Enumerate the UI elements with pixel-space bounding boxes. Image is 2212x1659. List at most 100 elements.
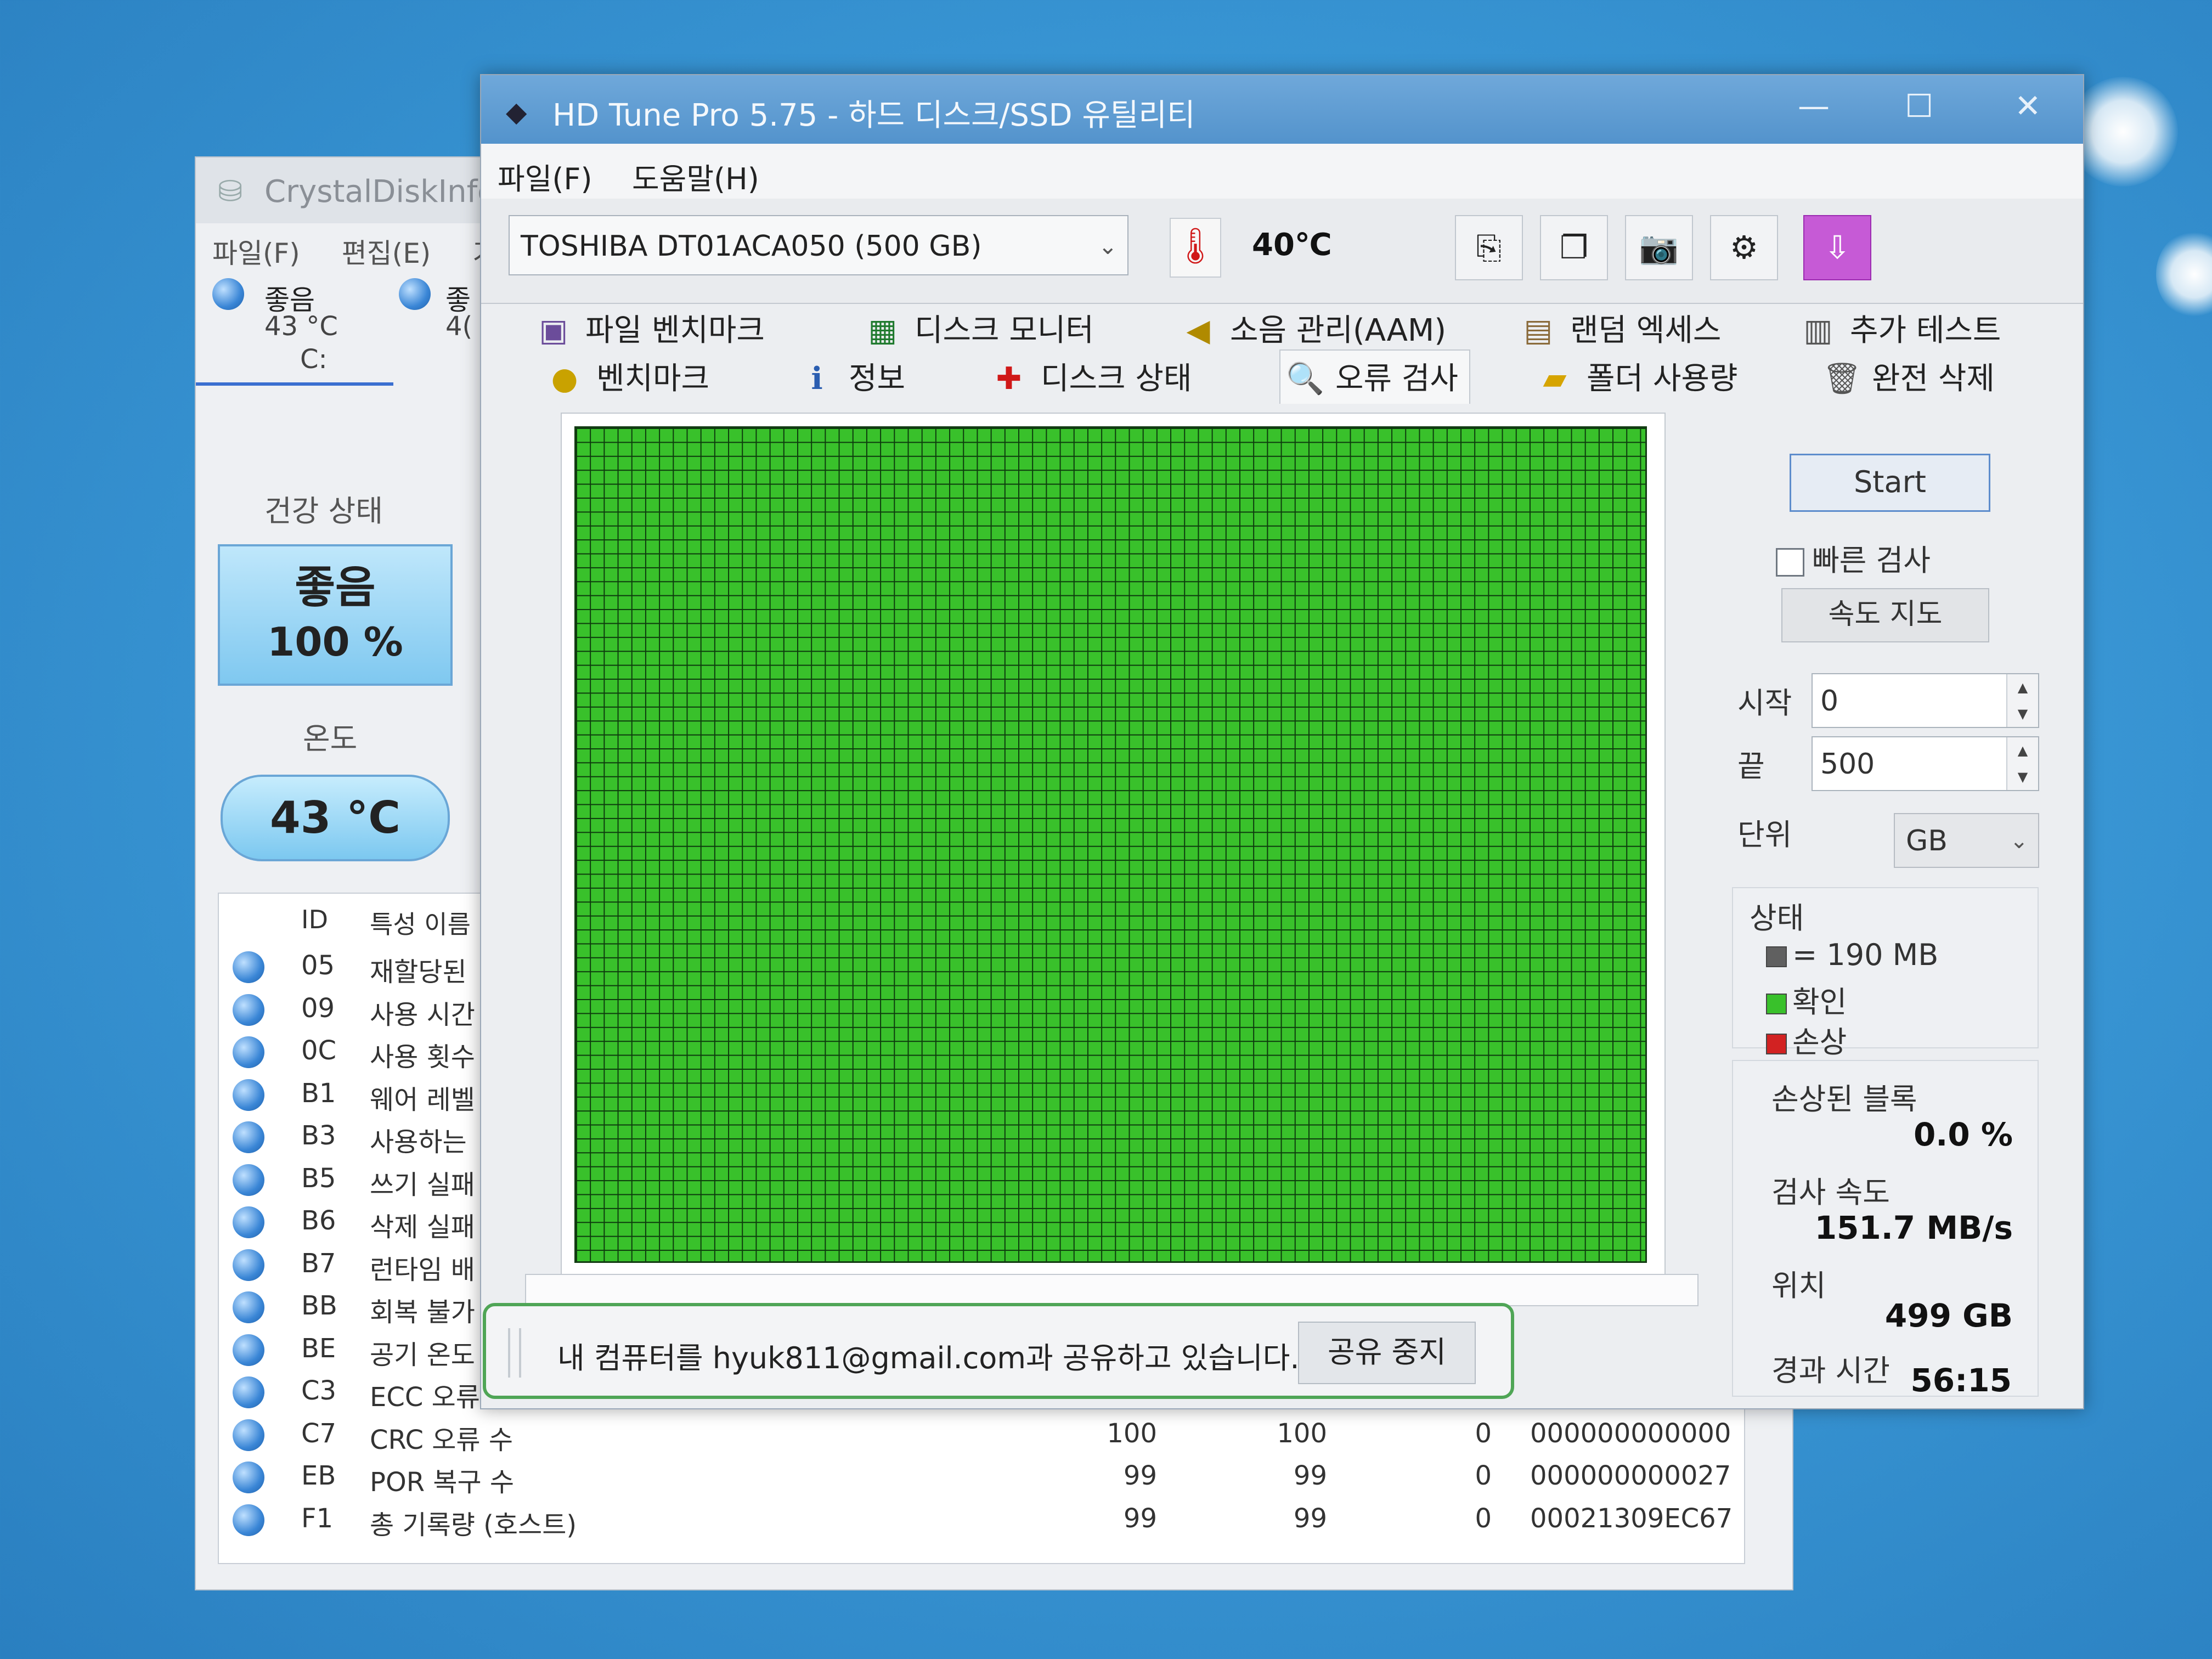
cell-current: 99	[1123, 1460, 1157, 1491]
file-benchmark-icon: ▣	[539, 313, 568, 348]
drive-dropdown-value: TOSHIBA DT01ACA050 (500 GB)	[521, 230, 982, 263]
menu-help[interactable]: 도움말(H)	[632, 155, 759, 198]
start-button[interactable]: Start	[1790, 454, 1990, 512]
start-input[interactable]: 0 ▲ ▼	[1812, 673, 2039, 728]
scan-stats-group: 손상된 블록 0.0 % 검사 속도 151.7 MB/s 위치 499 GB …	[1732, 1060, 2039, 1397]
screen-sharing-bar: 내 컴퓨터를 hyuk811@gmail.com과 공유하고 있습니다. 공유 …	[483, 1303, 1514, 1399]
spinner-arrows-icon[interactable]: ▲ ▼	[2006, 674, 2038, 727]
copy-text-icon[interactable]: ⎘	[1455, 215, 1523, 280]
chevron-down-icon: ⌄	[2010, 828, 2028, 854]
chevron-down-icon: ⌄	[1098, 233, 1118, 259]
health-status: 좋음	[295, 562, 376, 613]
options-icon[interactable]: ⚙	[1710, 215, 1778, 280]
damaged-blocks-label: 손상된 블록	[1771, 1082, 1917, 1116]
stop-sharing-button[interactable]: 공유 중지	[1298, 1322, 1476, 1384]
copy-screenshot-icon[interactable]: ❐	[1540, 215, 1608, 280]
drive-dropdown[interactable]: TOSHIBA DT01ACA050 (500 GB) ⌄	[509, 215, 1128, 275]
menu-file[interactable]: 파일(F)	[498, 155, 592, 198]
health-status-box[interactable]: 좋음 100 %	[218, 544, 453, 686]
health-label: 건강 상태	[264, 494, 383, 528]
cell-raw: 000000000027	[1530, 1460, 1731, 1491]
table-row[interactable]: EB POR 복구 수 99 99 0 000000000027	[219, 1456, 1744, 1499]
minimize-button[interactable]: —	[1798, 87, 1830, 125]
table-row[interactable]: F1 총 기록량 (호스트) 99 99 0 00021309EC67	[219, 1499, 1744, 1542]
cell-name: 사용 횟수	[370, 1042, 475, 1073]
status-dot-icon	[212, 278, 244, 310]
spinner-arrows-icon[interactable]: ▲ ▼	[2006, 737, 2038, 790]
unit-dropdown-value: GB	[1906, 825, 1948, 857]
elapsed-time-value: 56:15	[1910, 1362, 2012, 1399]
header-name[interactable]: 특성 이름	[370, 905, 471, 941]
magnifier-icon: 🔍	[1286, 361, 1324, 397]
status-dot-icon	[233, 1206, 264, 1238]
cell-name: 런타임 배	[370, 1254, 475, 1285]
tab-disk-monitor[interactable]: ▦ 디스크 모니터	[865, 306, 1094, 350]
start-input-value: 0	[1820, 685, 1839, 718]
speed-map-button[interactable]: 속도 지도	[1781, 588, 1989, 642]
camera-icon[interactable]: 📷	[1625, 215, 1693, 280]
tab-health[interactable]: ✚ 디스크 상태	[991, 354, 1192, 398]
header-id[interactable]: ID	[301, 905, 328, 934]
cell-name: 회복 불가	[370, 1297, 475, 1328]
scan-progress-bar	[525, 1274, 1699, 1306]
window-title: HD Tune Pro 5.75 - 하드 디스크/SSD 유틸리티	[552, 98, 1195, 133]
error-scan-block-grid	[574, 426, 1647, 1263]
temperature-label: 온도	[303, 721, 358, 756]
random-access-icon: ▤	[1523, 313, 1553, 348]
block-swatch	[1766, 946, 1787, 968]
cell-id: B1	[301, 1077, 336, 1109]
temperature-readout: 40℃	[1252, 227, 1332, 263]
drive-selector-1[interactable]: 좋음 43 °C C:	[212, 278, 421, 375]
quick-scan-checkbox[interactable]: 빠른 검사	[1776, 536, 1931, 579]
cell-id: EB	[301, 1460, 336, 1491]
drive-selector-2[interactable]: 좋 4(	[399, 278, 472, 342]
temperature-value: 43 °C	[221, 775, 450, 861]
tab-benchmark[interactable]: ● 벤치마크	[547, 354, 710, 398]
cell-name: 삭제 실패	[370, 1212, 475, 1243]
close-button[interactable]: ✕	[2015, 87, 2041, 125]
cell-id: F1	[301, 1503, 334, 1534]
table-row[interactable]: C7 CRC 오류 수 100 100 0 000000000000	[219, 1414, 1744, 1457]
cell-id: C3	[301, 1375, 337, 1406]
unit-dropdown[interactable]: GB ⌄	[1894, 813, 2039, 868]
light-glare	[2156, 230, 2212, 318]
tab-aam[interactable]: ◀ 소음 관리(AAM)	[1181, 306, 1446, 350]
end-input-value: 500	[1820, 748, 1875, 781]
cell-id: B5	[301, 1163, 336, 1194]
cell-name: 쓰기 실패	[370, 1169, 475, 1200]
hdtune-titlebar: ◆ HD Tune Pro 5.75 - 하드 디스크/SSD 유틸리티 — ☐…	[481, 75, 2083, 144]
cell-threshold: 0	[1475, 1503, 1492, 1534]
tab-erase[interactable]: 🗑 완전 삭제	[1822, 354, 1995, 398]
cell-id: 09	[301, 992, 335, 1024]
drive-letter: C:	[300, 344, 328, 375]
menu-edit[interactable]: 편집(E)	[342, 238, 431, 269]
menu-file[interactable]: 파일(F)	[212, 238, 300, 269]
checkbox-box[interactable]	[1776, 548, 1804, 577]
legend-ok: 확인	[1766, 978, 1847, 1021]
tab-error-scan[interactable]: 🔍 오류 검사	[1279, 349, 1470, 404]
position-value: 499 GB	[1884, 1297, 2013, 1334]
cell-name: POR 복구 수	[370, 1467, 515, 1498]
cell-id: BE	[301, 1333, 336, 1364]
cell-worst: 99	[1293, 1460, 1327, 1491]
download-arrow-icon[interactable]: ⇩	[1803, 215, 1871, 280]
end-input[interactable]: 500 ▲ ▼	[1812, 736, 2039, 791]
tab-folder-usage[interactable]: ▰ 폴더 사용량	[1537, 354, 1737, 398]
tab-random-access[interactable]: ▤ 랜덤 엑세스	[1521, 306, 1722, 350]
cell-id: B7	[301, 1248, 336, 1279]
drag-handle-icon[interactable]	[508, 1328, 521, 1378]
maximize-button[interactable]: ☐	[1905, 87, 1933, 125]
status-dot-icon	[233, 1376, 264, 1408]
cell-id: 05	[301, 950, 335, 981]
cell-raw: 000000000000	[1530, 1418, 1731, 1449]
tab-file-benchmark[interactable]: ▣ 파일 벤치마크	[536, 306, 765, 350]
tab-info[interactable]: ℹ 정보	[799, 354, 905, 398]
legend-damaged: 손상	[1766, 1018, 1847, 1061]
status-dot-icon	[233, 1079, 264, 1111]
extra-tests-icon: ▥	[1803, 313, 1833, 348]
tab-extra-tests[interactable]: ▥ 추가 테스트	[1801, 306, 2001, 350]
start-field-label: 시작	[1737, 686, 1792, 720]
cell-name: CRC 오류 수	[370, 1424, 513, 1455]
tab-bar: ▣ 파일 벤치마크 ▦ 디스크 모니터 ◀ 소음 관리(AAM) ▤ 랜덤 엑세스 ▥ 추…	[481, 306, 2083, 404]
status-dot-icon	[233, 1249, 264, 1281]
